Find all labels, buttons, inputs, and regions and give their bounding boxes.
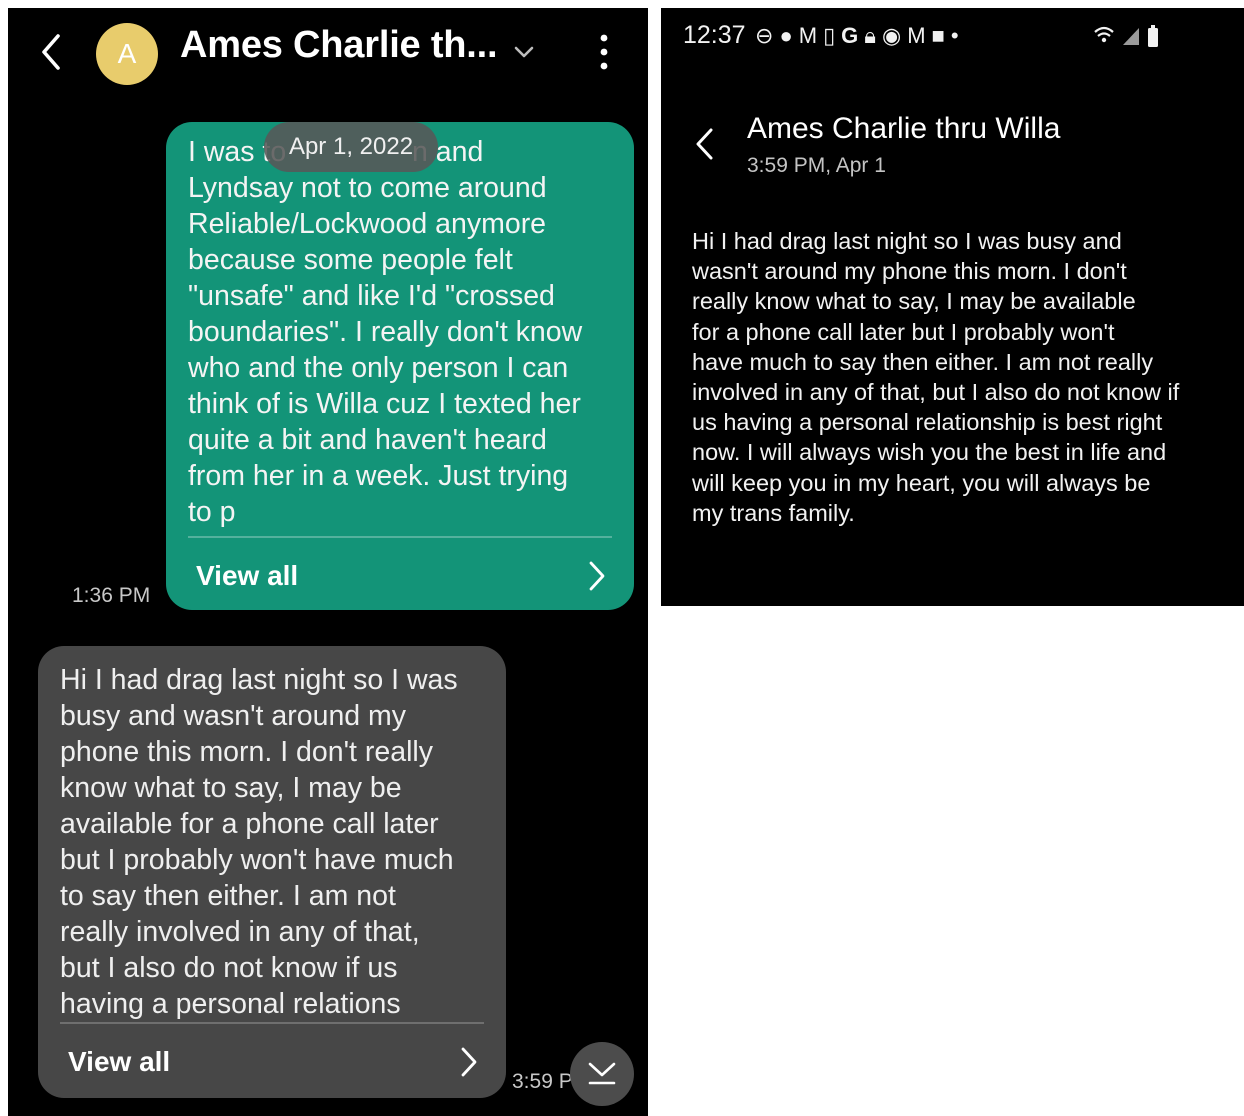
system-icons (1093, 22, 1159, 50)
message-timestamp: 1:36 PM (72, 584, 151, 607)
sent-message-bubble[interactable]: I was to Lyndsay not to come around Reli… (166, 122, 634, 610)
avatar[interactable]: A (96, 23, 158, 85)
conversation-header: A Ames Charlie th... (8, 8, 648, 92)
chevron-down-icon[interactable] (510, 38, 538, 66)
status-time: 12:37 (683, 21, 746, 49)
battery-icon (1148, 25, 1158, 47)
gmail-icon: M (798, 23, 818, 48)
view-all-label: View all (196, 560, 299, 591)
wifi-icon (1094, 26, 1114, 43)
message-timestamp: 3:59 P (512, 1070, 573, 1093)
bubble-divider (188, 536, 612, 538)
received-message-text: Hi I had drag last night so I was busy a… (60, 664, 458, 1020)
dot-icon: • (950, 23, 959, 48)
message-detail-screen: 12:37 ⊖ ● M ▯ G 🔒︎ ◉ M ■ • Ames Charlie … (661, 8, 1244, 606)
view-all-button[interactable]: View all (188, 550, 620, 602)
date-separator: Apr 1, 2022 (264, 122, 438, 172)
more-options-icon[interactable] (592, 28, 616, 76)
phone-icon: ▯ (823, 23, 836, 48)
view-all-button[interactable]: View all (60, 1036, 492, 1088)
conversation-screen: A Ames Charlie th... I was to Lyndsay no… (8, 8, 648, 1116)
message-body: Hi I had drag last night so I was busy a… (692, 228, 1180, 526)
chevron-right-icon (589, 561, 605, 591)
received-message-bubble[interactable]: Hi I had drag last night so I was busy a… (38, 646, 506, 1098)
sent-message-text: I was to Lyndsay not to come around Reli… (188, 136, 583, 528)
chevron-right-icon (461, 1047, 477, 1077)
bubble-divider (60, 1022, 484, 1024)
back-arrow-icon[interactable] (36, 30, 66, 74)
gallery-icon: ■ (931, 23, 945, 48)
back-arrow-icon[interactable] (691, 124, 717, 164)
lock-icon: 🔒︎ (864, 23, 877, 48)
message-meta: 3:59 PM, Apr 1 (747, 154, 886, 177)
sync-icon: ◉ (882, 23, 902, 48)
google-icon: G (841, 23, 859, 48)
scroll-to-bottom-button[interactable] (570, 1042, 634, 1106)
notification-icons: ⊖ ● M ▯ G 🔒︎ ◉ M ■ • (755, 22, 959, 50)
gmail-icon: M (907, 23, 926, 48)
arrow-down-to-line-icon (588, 1062, 616, 1085)
conversation-title[interactable]: Ames Charlie th... (180, 24, 498, 67)
profile-icon: ● (779, 23, 793, 48)
signal-icon (1123, 28, 1139, 45)
view-all-label: View all (68, 1046, 171, 1077)
do-not-disturb-icon: ⊖ (755, 23, 774, 48)
sender-title: Ames Charlie thru Willa (747, 112, 1061, 145)
status-bar: 12:37 ⊖ ● M ▯ G 🔒︎ ◉ M ■ • (661, 8, 1244, 68)
